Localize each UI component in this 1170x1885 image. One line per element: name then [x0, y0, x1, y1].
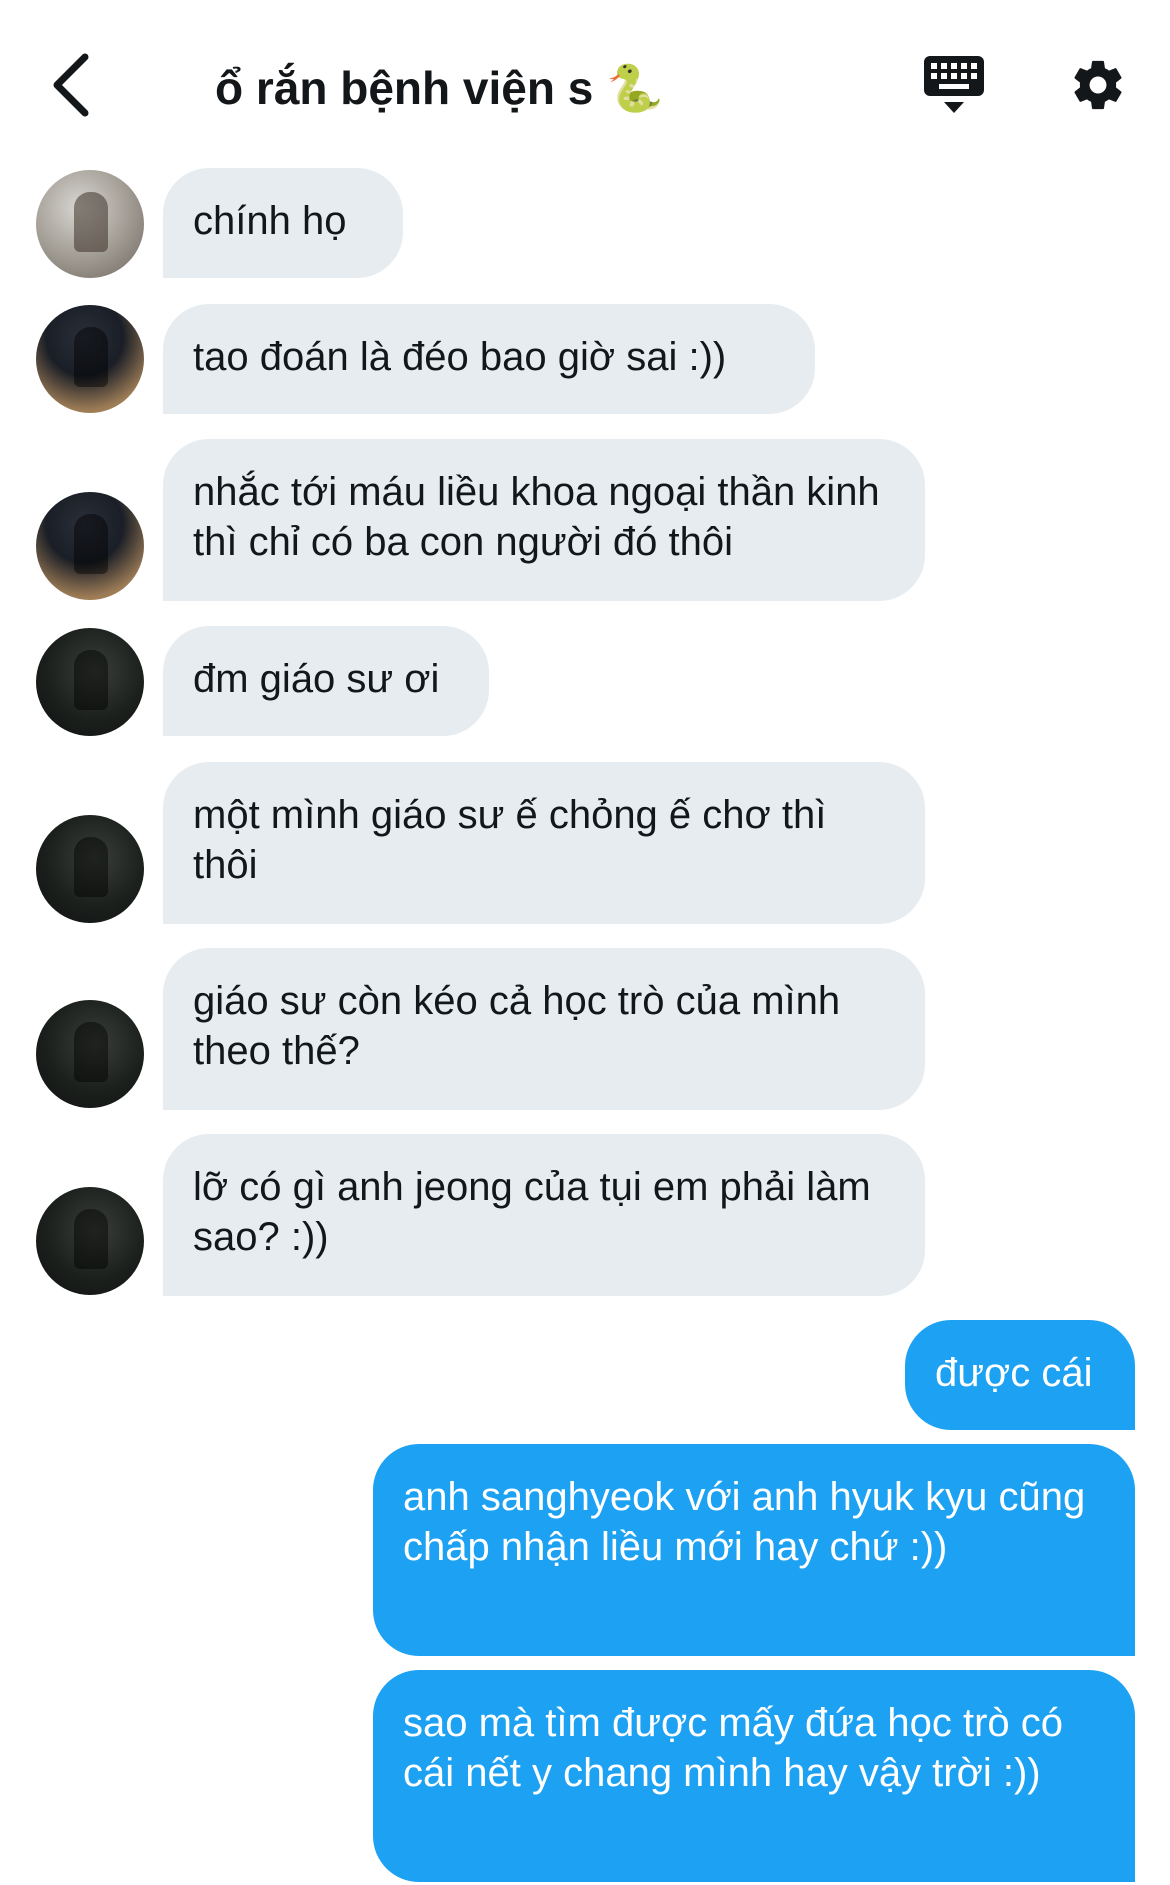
incoming-message[interactable]: giáo sư còn kéo cả học trò của mình theo… [163, 948, 925, 1110]
avatar[interactable] [36, 628, 144, 736]
avatar[interactable] [36, 305, 144, 413]
incoming-message[interactable]: lỡ có gì anh jeong của tụi em phải làm s… [163, 1134, 925, 1296]
incoming-message[interactable]: nhắc tới máu liều khoa ngoại thần kinh t… [163, 439, 925, 601]
incoming-message[interactable]: một mình giáo sư ế chỏng ế chơ thì thôi [163, 762, 925, 924]
avatar[interactable] [36, 815, 144, 923]
incoming-message[interactable]: chính họ [163, 168, 403, 278]
outgoing-message[interactable]: sao mà tìm được mấy đứa học trò có cái n… [373, 1670, 1135, 1882]
avatar[interactable] [36, 170, 144, 278]
message-thread: chính họ tao đoán là đéo bao giờ sai :))… [0, 0, 1170, 1885]
avatar[interactable] [36, 492, 144, 600]
avatar[interactable] [36, 1000, 144, 1108]
incoming-message[interactable]: đm giáo sư ơi [163, 626, 489, 736]
outgoing-message[interactable]: anh sanghyeok với anh hyuk kyu cũng chấp… [373, 1444, 1135, 1656]
outgoing-message[interactable]: được cái [905, 1320, 1135, 1430]
avatar[interactable] [36, 1187, 144, 1295]
incoming-message[interactable]: tao đoán là đéo bao giờ sai :)) [163, 304, 815, 414]
